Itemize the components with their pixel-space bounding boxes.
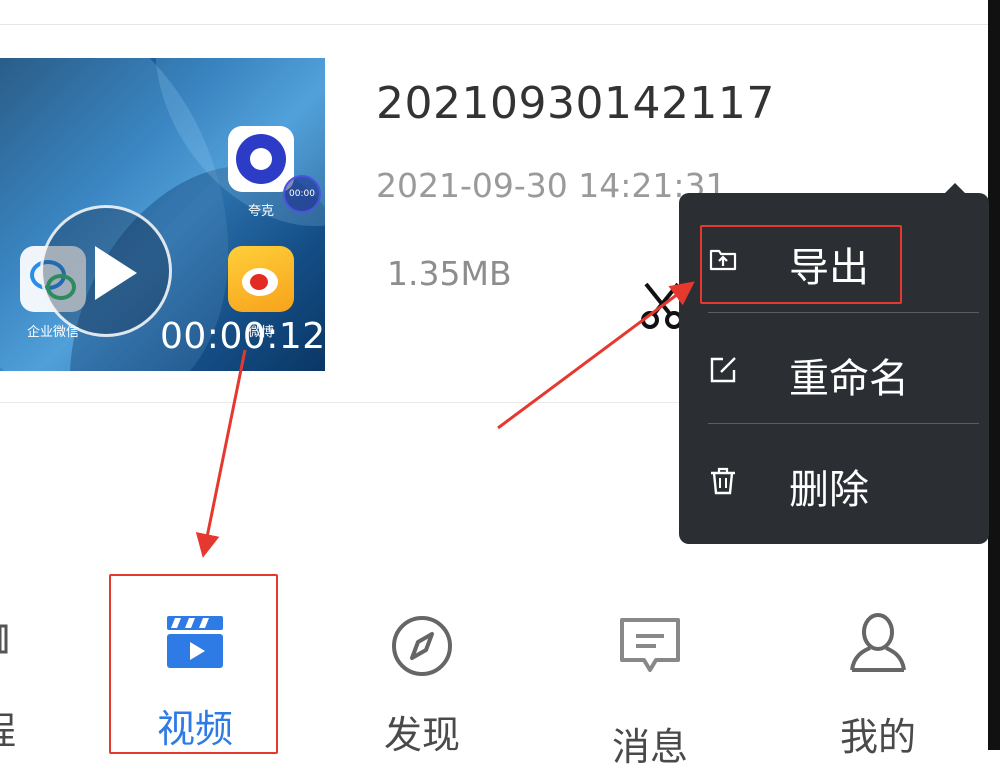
message-icon [620, 618, 680, 672]
play-icon [95, 246, 137, 300]
file-name: 20210930142117 [376, 78, 775, 129]
partial-nav-icon [0, 624, 8, 654]
menu-divider [708, 312, 979, 313]
arrow-to-video-tab [195, 349, 247, 558]
nav-label-profile: 我的 [839, 715, 916, 759]
top-divider [0, 24, 988, 25]
annotation-box-video-tab [109, 574, 278, 754]
menu-item-delete[interactable]: 删除 [679, 425, 989, 535]
nav-label-messages: 消息 [611, 725, 688, 769]
app-label-quark: 夸克 [247, 204, 274, 219]
video-duration: 00:00:12 [160, 316, 325, 357]
rename-icon [710, 357, 736, 383]
menu-item-rename[interactable]: 重命名 [679, 314, 989, 424]
partial-nav-label[interactable]: 程 [0, 700, 16, 755]
nav-tab-messages[interactable]: 消息 [580, 600, 720, 769]
trash-icon [711, 467, 735, 495]
nav-tab-discover[interactable]: 发现 [352, 600, 492, 757]
scissors-icon[interactable] [640, 280, 684, 330]
menu-label-delete: 删除 [789, 467, 869, 513]
annotation-box-export [700, 225, 902, 304]
file-date: 2021-09-30 14:21:31 [376, 166, 727, 205]
play-button[interactable] [40, 205, 172, 337]
nav-tab-profile[interactable]: 我的 [808, 600, 948, 759]
record-badge: 00:00 [283, 175, 321, 213]
video-thumbnail[interactable]: 夸克 00:00 企业微信 微博 00:00:12 [0, 58, 325, 371]
weibo-icon [228, 246, 294, 312]
user-icon [850, 613, 906, 672]
menu-label-rename: 重命名 [789, 356, 909, 402]
compass-icon [392, 616, 452, 676]
nav-label-discover: 发现 [383, 713, 460, 757]
menu-divider [708, 423, 979, 424]
file-size: 1.35MB [387, 254, 512, 293]
right-edge-strip [988, 0, 1000, 750]
quark-icon [228, 126, 294, 192]
